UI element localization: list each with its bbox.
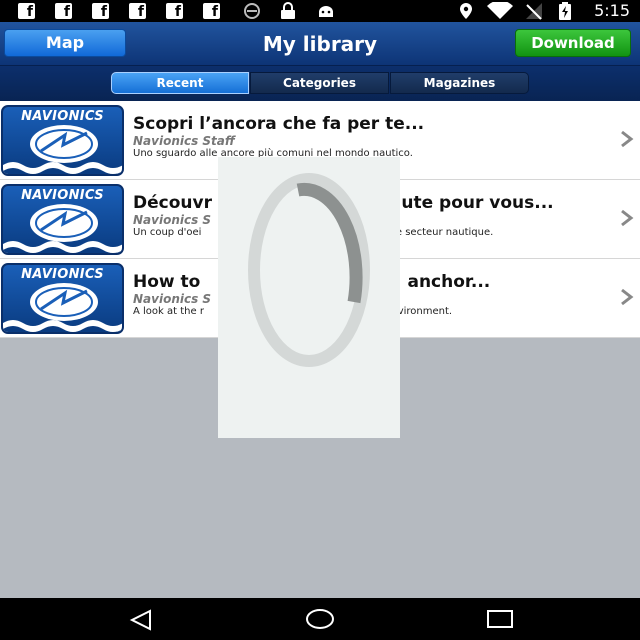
article-author: Navionics S <box>133 213 212 227</box>
loading-spinner-icon <box>248 173 370 367</box>
system-navbar <box>0 598 640 640</box>
clock: 5:15 <box>594 1 630 20</box>
article-thumbnail: NAVIONICS <box>1 184 124 255</box>
back-icon[interactable] <box>128 609 154 631</box>
article-thumbnail: NAVIONICS <box>1 263 124 334</box>
wifi-icon <box>487 2 513 19</box>
sync-icon <box>244 3 260 19</box>
article-thumbnail: NAVIONICS <box>1 105 124 176</box>
chevron-right-icon <box>621 130 634 148</box>
loading-overlay <box>218 157 400 438</box>
tab-recent[interactable]: Recent <box>111 72 249 94</box>
facebook-icon: f <box>18 3 35 19</box>
no-signal-icon <box>526 3 542 20</box>
facebook-icon: f <box>203 3 220 19</box>
facebook-icon: f <box>55 3 72 19</box>
segmented-control: Recent Categories Magazines <box>0 66 640 101</box>
tab-magazines[interactable]: Magazines <box>390 72 529 94</box>
chevron-right-icon <box>621 209 634 227</box>
article-author: Navionics S <box>133 292 212 306</box>
article-author: Navionics Staff <box>133 134 235 148</box>
facebook-icon: f <box>129 3 146 19</box>
chevron-right-icon <box>621 288 634 306</box>
home-icon[interactable] <box>305 608 335 630</box>
navionics-logo-icon <box>3 125 122 174</box>
facebook-icon: f <box>166 3 183 19</box>
download-button[interactable]: Download <box>515 29 631 57</box>
location-icon <box>460 3 472 19</box>
lock-icon <box>281 2 295 19</box>
recents-icon[interactable] <box>485 608 515 630</box>
nav-header: Map My library Download <box>0 22 640 66</box>
facebook-icon: f <box>92 3 109 19</box>
navionics-logo-icon <box>3 204 122 253</box>
status-bar: f f f f f f 5:15 <box>0 0 640 22</box>
android-icon <box>319 6 333 17</box>
battery-charging-icon <box>559 2 571 20</box>
navionics-logo-icon <box>3 283 122 332</box>
article-title: Scopri l’ancora che fa per te... <box>133 114 425 134</box>
tab-categories[interactable]: Categories <box>250 72 389 94</box>
